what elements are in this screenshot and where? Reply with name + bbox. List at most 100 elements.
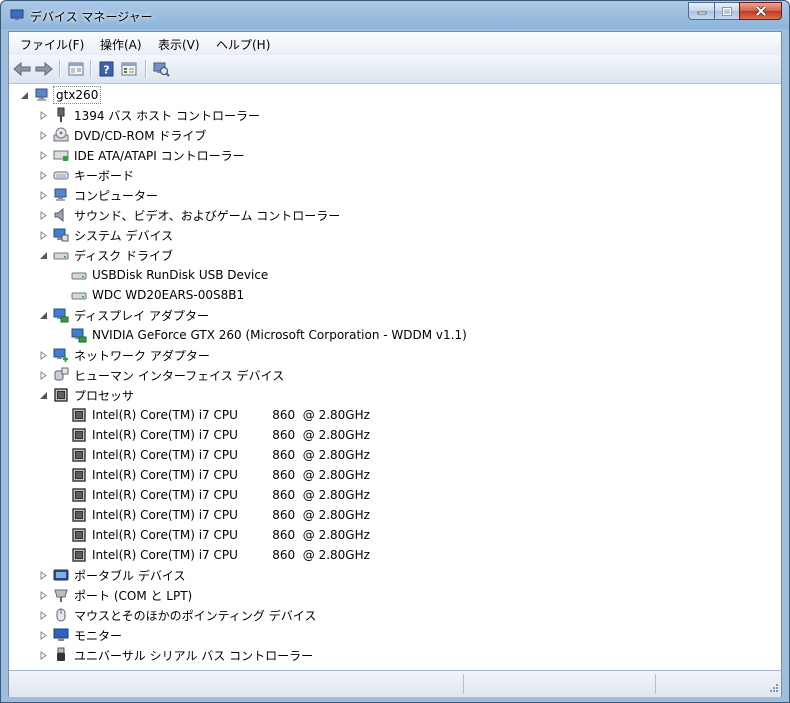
details-view-button[interactable]: [119, 60, 139, 78]
back-arrow-icon: [13, 62, 31, 76]
tree-category[interactable]: プロセッサ: [37, 385, 136, 405]
tree-category[interactable]: システム デバイス: [37, 225, 175, 245]
tree-category[interactable]: モニター: [37, 625, 124, 645]
collapsed-arrow-icon[interactable]: [37, 229, 49, 241]
collapsed-arrow-icon[interactable]: [37, 129, 49, 141]
tree-category[interactable]: ユニバーサル シリアル バス コントローラー: [37, 645, 315, 665]
help-icon: ?: [99, 61, 113, 77]
menu-file[interactable]: ファイル(F): [20, 36, 84, 53]
collapsed-arrow-icon[interactable]: [37, 589, 49, 601]
processor-icon: [53, 387, 69, 403]
minimize-button[interactable]: [688, 2, 714, 20]
properties-list-icon: [68, 62, 84, 76]
tree-category[interactable]: ディスク ドライブ: [37, 245, 175, 265]
display-adapter-icon: [71, 327, 87, 343]
forward-button[interactable]: [34, 60, 54, 78]
tree-item-label: キーボード: [74, 168, 135, 183]
status-bar: [9, 670, 781, 697]
tree-item-label: 1394 バス ホスト コントローラー: [74, 108, 260, 123]
usb-icon: [53, 647, 69, 663]
tree-device[interactable]: Intel(R) Core(TM) i7 CPU 860 @ 2.80GHz: [55, 505, 372, 525]
port-icon: [53, 587, 69, 603]
tree-item-label: マウスとそのほかのポインティング デバイス: [74, 608, 317, 623]
properties-list-button[interactable]: [66, 60, 86, 78]
expanded-arrow-icon[interactable]: [37, 309, 49, 321]
tree-device[interactable]: Intel(R) Core(TM) i7 CPU 860 @ 2.80GHz: [55, 405, 372, 425]
tree-device[interactable]: Intel(R) Core(TM) i7 CPU 860 @ 2.80GHz: [55, 485, 372, 505]
menu-view[interactable]: 表示(V): [158, 36, 200, 53]
tree-category[interactable]: IDE ATA/ATAPI コントローラー: [37, 145, 247, 165]
collapsed-arrow-icon[interactable]: [37, 209, 49, 221]
tree-item-label: Intel(R) Core(TM) i7 CPU 860 @ 2.80GHz: [92, 408, 370, 422]
tree-item-label: ユニバーサル シリアル バス コントローラー: [74, 648, 314, 663]
tree-category[interactable]: キーボード: [37, 165, 136, 185]
collapsed-arrow-icon[interactable]: [37, 149, 49, 161]
back-button[interactable]: [12, 60, 32, 78]
collapsed-arrow-icon[interactable]: [37, 169, 49, 181]
collapsed-arrow-icon[interactable]: [37, 649, 49, 661]
tree-item-label: ネットワーク アダプター: [74, 348, 210, 363]
tree-category[interactable]: コンピューター: [37, 185, 160, 205]
toolbar-separator: [90, 60, 92, 78]
tree-category[interactable]: ディスプレイ アダプター: [37, 305, 211, 325]
tree-category[interactable]: 1394 バス ホスト コントローラー: [37, 105, 262, 125]
tree-item-label: ヒューマン インターフェイス デバイス: [74, 368, 285, 383]
controller-icon: [53, 147, 69, 163]
collapsed-arrow-icon[interactable]: [37, 629, 49, 641]
tree-device[interactable]: Intel(R) Core(TM) i7 CPU 860 @ 2.80GHz: [55, 545, 372, 565]
forward-arrow-icon: [35, 62, 53, 76]
collapsed-arrow-icon[interactable]: [37, 569, 49, 581]
tree-root[interactable]: gtx260: [18, 85, 102, 105]
menu-action[interactable]: 操作(A): [100, 36, 142, 53]
tree-item-label: NVIDIA GeForce GTX 260 (Microsoft Corpor…: [92, 328, 467, 342]
close-icon: [755, 6, 766, 16]
tree-item-label: Intel(R) Core(TM) i7 CPU 860 @ 2.80GHz: [92, 488, 370, 502]
tree-device[interactable]: Intel(R) Core(TM) i7 CPU 860 @ 2.80GHz: [55, 465, 372, 485]
processor-icon: [71, 487, 87, 503]
tree-category[interactable]: マウスとそのほかのポインティング デバイス: [37, 605, 318, 625]
tree-category[interactable]: ポータブル デバイス: [37, 565, 187, 585]
tree-category[interactable]: サウンド、ビデオ、およびゲーム コントローラー: [37, 205, 342, 225]
resize-grip-icon[interactable]: [767, 683, 779, 695]
collapsed-arrow-icon[interactable]: [37, 109, 49, 121]
collapsed-arrow-icon[interactable]: [37, 349, 49, 361]
tree-item-label: ディスク ドライブ: [74, 248, 173, 263]
tree-item-label: システム デバイス: [74, 228, 174, 243]
speaker-icon: [53, 207, 69, 223]
close-button[interactable]: [739, 2, 782, 20]
tree-device[interactable]: NVIDIA GeForce GTX 260 (Microsoft Corpor…: [55, 325, 469, 345]
scan-hardware-button[interactable]: [151, 60, 171, 78]
maximize-icon: [722, 6, 732, 16]
maximize-button[interactable]: [714, 2, 739, 20]
collapsed-arrow-icon[interactable]: [37, 369, 49, 381]
tree-category[interactable]: ポート (COM と LPT): [37, 585, 194, 605]
tree-device[interactable]: Intel(R) Core(TM) i7 CPU 860 @ 2.80GHz: [55, 525, 372, 545]
optical-drive-icon: [53, 127, 69, 143]
tree-item-label: Intel(R) Core(TM) i7 CPU 860 @ 2.80GHz: [92, 548, 370, 562]
help-button[interactable]: ?: [96, 60, 116, 78]
tree-category[interactable]: ネットワーク アダプター: [37, 345, 212, 365]
menu-bar: ファイル(F) 操作(A) 表示(V) ヘルプ(H): [9, 32, 781, 55]
tree-category[interactable]: DVD/CD-ROM ドライブ: [37, 125, 208, 145]
tree-device[interactable]: WDC WD20EARS-00S8B1: [55, 285, 246, 305]
expanded-arrow-icon[interactable]: [18, 89, 30, 101]
expanded-arrow-icon[interactable]: [37, 249, 49, 261]
collapsed-arrow-icon[interactable]: [37, 189, 49, 201]
collapsed-arrow-icon[interactable]: [37, 609, 49, 621]
tree-category[interactable]: ヒューマン インターフェイス デバイス: [37, 365, 286, 385]
expanded-arrow-icon[interactable]: [37, 389, 49, 401]
tree-device[interactable]: Intel(R) Core(TM) i7 CPU 860 @ 2.80GHz: [55, 445, 372, 465]
tree-device[interactable]: USBDisk RunDisk USB Device: [55, 265, 270, 285]
processor-icon: [71, 427, 87, 443]
tree-device[interactable]: Intel(R) Core(TM) i7 CPU 860 @ 2.80GHz: [55, 425, 372, 445]
tree-item-label: コンピューター: [74, 188, 159, 203]
title-bar[interactable]: デバイス マネージャー: [1, 1, 789, 31]
menu-help[interactable]: ヘルプ(H): [216, 36, 270, 53]
details-view-icon: [121, 62, 137, 76]
tree-item-label: プロセッサ: [74, 388, 135, 403]
device-tree[interactable]: gtx260 1394 バス ホスト コントローラー DVD/CD-ROM ドライブ…: [9, 84, 781, 670]
